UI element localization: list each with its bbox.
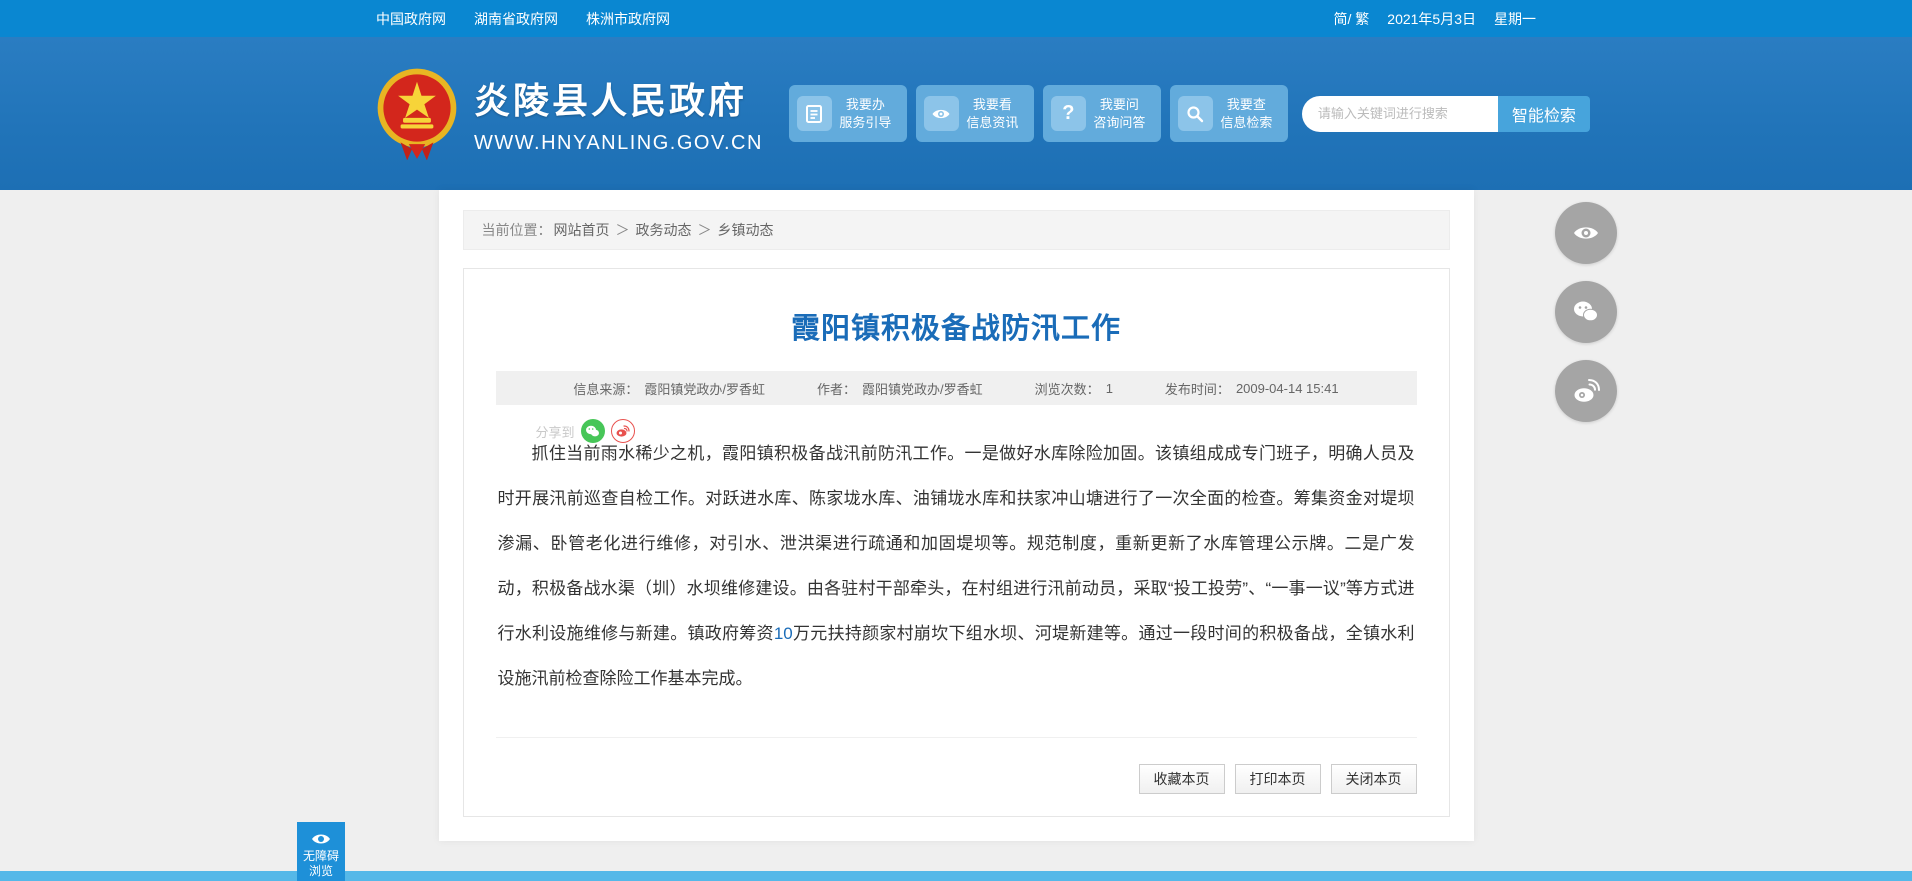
breadcrumb-label: 当前位置： [481, 222, 552, 238]
breadcrumb-home[interactable]: 网站首页 [554, 220, 610, 240]
meta-author-label: 作者： [817, 381, 857, 397]
site-url: WWW.HNYANLING.GOV.CN [474, 132, 763, 154]
service-label: 我要看 信息资讯 [966, 96, 1019, 130]
share-label: 分享到 [535, 424, 575, 440]
article-container: 霞阳镇积极备战防汛工作 信息来源： 霞阳镇党政办/罗香虹 作者： 霞阳镇党政办/… [462, 268, 1450, 817]
service-button-ask[interactable]: ? 我要问 咨询问答 [1042, 85, 1161, 142]
close-page-button[interactable]: 关闭本页 [1330, 764, 1417, 794]
print-page-button[interactable]: 打印本页 [1234, 764, 1321, 794]
meta-views-label: 浏览次数： [1034, 381, 1100, 397]
meta-source-label: 信息来源： [573, 381, 639, 397]
breadcrumb-separator: ＞ [697, 222, 712, 238]
document-icon [796, 96, 832, 131]
floating-toolbar [1555, 202, 1617, 422]
main-area: 当前位置： 网站首页 ＞ 政务动态 ＞ 乡镇动态 霞阳镇积极备战防汛工作 信息来… [0, 190, 1912, 881]
highlighted-number: 10 [773, 624, 793, 643]
article-body: 分享到 抓住当前雨水稀少之机，霞阳镇积极备战汛前防汛工作。一是做好水库除险加固。… [496, 405, 1417, 731]
article-title: 霞阳镇积极备战防汛工作 [790, 313, 1121, 345]
national-emblem-logo [376, 67, 458, 161]
service-shortcuts: 我要办 服务引导 我要看 信息资讯 ? 我要问 咨询问答 我要查 信息检索 [788, 85, 1288, 142]
weibo-share-icon[interactable] [610, 419, 635, 443]
meta-source-value: 霞阳镇党政办/罗香虹 [644, 381, 766, 397]
breadcrumb-separator: ＞ [615, 222, 630, 238]
meta-author-value: 霞阳镇党政办/罗香虹 [862, 381, 983, 397]
article-actions: 收藏本页 打印本页 关闭本页 [495, 737, 1417, 816]
service-button-query[interactable]: 我要查 信息检索 [1169, 85, 1288, 142]
service-label: 我要查 信息检索 [1220, 96, 1273, 130]
top-bar: 中国政府网 湖南省政府网 株洲市政府网 简/ 繁 2021年5月3日 星期一 [0, 0, 1912, 37]
link-zhuzhou-gov[interactable]: 株洲市政府网 [586, 9, 670, 29]
current-weekday: 星期一 [1494, 10, 1536, 27]
link-hunan-gov[interactable]: 湖南省政府网 [474, 9, 558, 29]
eye-icon [312, 834, 330, 843]
breadcrumb: 当前位置： 网站首页 ＞ 政务动态 ＞ 乡镇动态 [462, 210, 1450, 250]
wechat-icon[interactable] [1555, 281, 1617, 343]
site-name: 炎陵县人民政府 [474, 80, 748, 121]
weibo-icon[interactable] [1555, 360, 1617, 422]
page-root: 中国政府网 湖南省政府网 株洲市政府网 简/ 繁 2021年5月3日 星期一 炎… [0, 0, 1912, 881]
service-label: 我要办 服务引导 [839, 96, 892, 130]
content-page: 当前位置： 网站首页 ＞ 政务动态 ＞ 乡镇动态 霞阳镇积极备战防汛工作 信息来… [438, 190, 1474, 841]
eye-icon [923, 96, 959, 131]
site-search: 智能检索 [1301, 95, 1590, 132]
site-header: 炎陵县人民政府 WWW.HNYANLING.GOV.CN 我要办 服务引导 我要… [0, 37, 1912, 190]
gov-links: 中国政府网 湖南省政府网 株洲市政府网 [376, 9, 670, 29]
breadcrumb-gov-news[interactable]: 政务动态 [636, 220, 692, 240]
topbar-right: 简/ 繁 2021年5月3日 星期一 [1334, 9, 1537, 29]
accessibility-button[interactable]: 无障碍 浏览 [297, 822, 345, 881]
accessibility-label-line1: 无障碍 [302, 848, 339, 863]
share-widget: 分享到 [536, 419, 635, 443]
eye-icon[interactable] [1555, 202, 1617, 264]
article-meta-bar: 信息来源： 霞阳镇党政办/罗香虹 作者： 霞阳镇党政办/罗香虹 浏览次数： 1 … [495, 371, 1417, 405]
bookmark-page-button[interactable]: 收藏本页 [1138, 764, 1225, 794]
breadcrumb-town-news[interactable]: 乡镇动态 [718, 220, 774, 240]
article-paragraph: 抓住当前雨水稀少之机，霞阳镇积极备战汛前防汛工作。一是做好水库除险加固。该镇组成… [497, 444, 1415, 688]
search-icon [1177, 96, 1213, 131]
site-title-block: 炎陵县人民政府 WWW.HNYANLING.GOV.CN [474, 72, 763, 155]
lang-switch[interactable]: 简/ 繁 [1334, 9, 1370, 29]
question-icon: ? [1050, 96, 1086, 131]
search-input[interactable] [1301, 95, 1498, 132]
meta-views-value: 1 [1105, 380, 1113, 396]
service-label: 我要问 咨询问答 [1093, 96, 1146, 130]
service-button-handle[interactable]: 我要办 服务引导 [788, 85, 907, 142]
smart-search-button[interactable]: 智能检索 [1497, 95, 1590, 132]
meta-time-value: 2009-04-14 15:41 [1235, 380, 1339, 396]
wechat-share-icon[interactable] [580, 419, 605, 443]
meta-time-label: 发布时间： [1164, 381, 1230, 397]
accessibility-label-line2: 浏览 [308, 863, 333, 878]
current-date: 2021年5月3日 [1387, 10, 1476, 27]
footer-nav-band: 网站导航： 省级政府 省会城市 省内市州 县市区 [0, 871, 1912, 881]
link-china-gov[interactable]: 中国政府网 [376, 9, 446, 29]
service-button-news[interactable]: 我要看 信息资讯 [915, 85, 1034, 142]
